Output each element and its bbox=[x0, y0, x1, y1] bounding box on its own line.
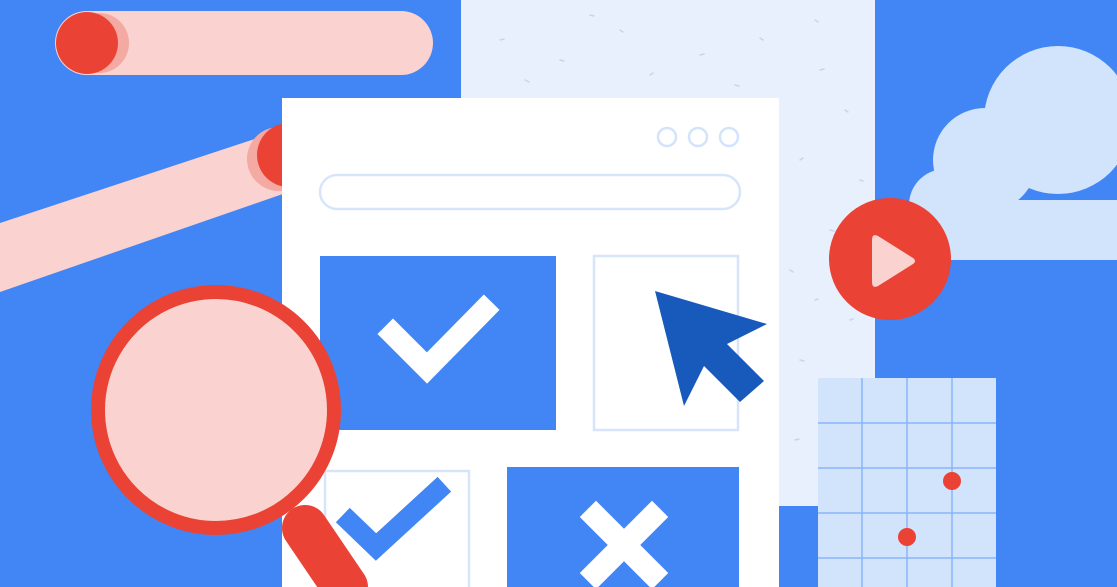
chart-point bbox=[898, 528, 916, 546]
grid-chart-icon bbox=[818, 378, 996, 587]
slider-pill-top bbox=[55, 11, 433, 75]
chart-point bbox=[943, 472, 961, 490]
illustration-scene bbox=[0, 0, 1117, 587]
address-bar bbox=[318, 173, 742, 211]
play-button-icon bbox=[829, 198, 951, 320]
checkbox-tile-rejected bbox=[507, 467, 739, 587]
